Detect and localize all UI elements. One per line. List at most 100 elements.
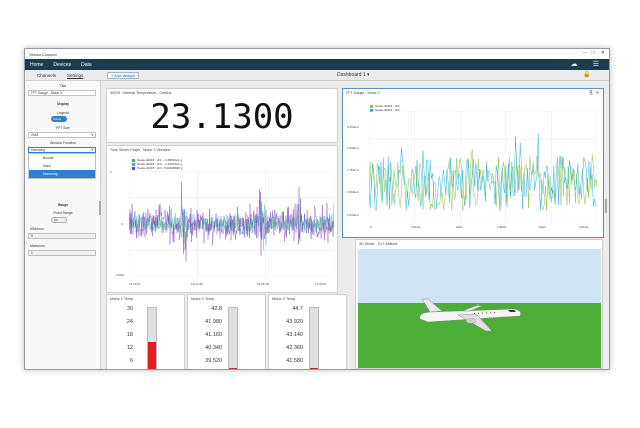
unlock-icon[interactable]: 🔓 (583, 71, 590, 78)
x-tick-label: 2.5kHz (579, 225, 589, 229)
title-input[interactable]: FFT Gauge - Motor 2 (28, 90, 96, 96)
time-series-plot (129, 171, 334, 277)
signal-series (129, 182, 334, 262)
gauge-bar (147, 307, 157, 369)
close-button[interactable]: ✕ (601, 50, 605, 56)
fft-controls: ⎘ ✕ (589, 90, 599, 95)
dashboard-label: Dashboard 1 (337, 72, 366, 78)
model-viewport[interactable] (358, 249, 601, 368)
gauge-motor-1[interactable]: Motor 1 Temp 30 24 18 12 6 (106, 294, 185, 369)
gauge-tick: 42.360 (286, 345, 303, 351)
gauge-fill (310, 368, 318, 369)
gauge-fill (148, 342, 156, 369)
menu-home[interactable]: Home (30, 62, 43, 68)
fft-title: FFT Gauge - Motor 2 (346, 91, 380, 95)
close-icon[interactable]: ✕ (596, 90, 599, 95)
x-tick-label: 0.5kHz (411, 225, 421, 229)
tab-channels[interactable]: Channels (37, 73, 56, 78)
gauge-tick: 24 (126, 319, 133, 325)
chevron-down-icon: ▾ (91, 133, 93, 137)
temperature-value: 23.1300 (150, 97, 294, 137)
maximum-label: Maximum (30, 244, 45, 248)
gauge-tick: 44.7 (292, 306, 303, 312)
fft-size-select[interactable]: 2048 ▾ (28, 132, 96, 138)
tab-settings[interactable]: Settings (67, 73, 84, 79)
fixed-range-label: Fixed Range (53, 211, 73, 215)
model-widget[interactable]: 3D Model - CV7 Attitude (355, 239, 603, 369)
settings-sidebar: Title FFT Gauge - Motor 2 Display Legend… (25, 81, 101, 369)
fft-widget[interactable]: FFT Gauge - Motor 2 ⎘ ✕ fixode-40415 : c… (342, 88, 604, 238)
window-function-dropdown: Boxcar Hann Hamming (28, 153, 96, 179)
legend-toggle[interactable]: Active (51, 116, 67, 122)
gauge-title: Motor 1 Temp (110, 297, 134, 301)
app-title: SensorConnect (29, 51, 57, 57)
gauge-tick: 43.920 (286, 319, 303, 325)
y-tick-label: 2.000e-6 (347, 146, 359, 150)
time-series-legend: fixode-40415 : ch1 : -1.88946e4 g fixode… (132, 158, 183, 170)
range-heading: Range (57, 203, 69, 207)
title-label: Title (59, 84, 67, 88)
gauge-bar (228, 307, 238, 369)
toolbar: Channels Settings + Add Widget Dashboard… (25, 70, 609, 81)
time-series-widget[interactable]: Time Series Graph - Motor 2 Vibration fi… (106, 145, 338, 293)
chevron-down-icon: ▾ (367, 72, 370, 78)
gauge-tick: 41.580 (286, 358, 303, 364)
gauge-tick: 30 (126, 306, 133, 312)
x-tick-label: 12:26:47 (315, 282, 327, 286)
gauge-motor-2[interactable]: Motor 2 Temp 42.8 41.980 41.160 40.340 3… (187, 294, 266, 369)
gauge-tick: 40.340 (205, 345, 222, 351)
y-tick-label: 1.500e-6 (347, 190, 359, 194)
temperature-title: 40415 - Internal Temperature - Celsius (110, 91, 172, 95)
gauge-bar (309, 307, 319, 369)
fft-size-label: FFT Size (56, 126, 70, 130)
hamburger-menu-icon[interactable]: ☰ (593, 60, 599, 68)
x-tick-label: 12:24:48 (191, 282, 203, 286)
legend-swatch (370, 104, 373, 108)
popout-icon[interactable]: ⎘ (589, 90, 592, 95)
legend-label: Legend (57, 111, 69, 115)
sidebar-scrollbar[interactable] (99, 201, 101, 215)
y-tick-label: 2.250e-6 (347, 125, 359, 129)
x-tick-label: 1kHz (456, 225, 463, 229)
temperature-widget[interactable]: 40415 - Internal Temperature - Celsius 2… (106, 88, 338, 143)
legend-label: fixode-40415 : ch3 : 5.00030820 g (137, 166, 183, 170)
gauge-tick: 43.140 (286, 332, 303, 338)
title-bar: SensorConnect – □ ✕ (25, 49, 609, 59)
legend-swatch (132, 166, 135, 170)
option-boxcar[interactable]: Boxcar (29, 154, 95, 162)
menu-data[interactable]: Data (81, 62, 92, 68)
window-controls: – □ ✕ (583, 50, 605, 56)
x-tick-label: 1.5kHz (497, 225, 507, 229)
legend-swatch (132, 162, 135, 166)
gauge-motor-3[interactable]: Motor 3 Temp 44.7 43.920 43.140 42.360 4… (268, 294, 347, 369)
minimum-label: Minimum (30, 227, 44, 231)
menu-right-icons: ☁ ☰ (566, 60, 604, 68)
dashboard-scrollbar[interactable] (605, 199, 607, 213)
option-hann[interactable]: Hann (29, 162, 95, 170)
minimize-button[interactable]: – (583, 50, 586, 56)
add-widget-button[interactable]: + Add Widget (107, 72, 139, 79)
gauge-fill (229, 368, 237, 369)
y-tick-label: 0 (121, 222, 123, 226)
gauge-tick: 42.8 (211, 306, 222, 312)
fixed-range-toggle[interactable]: Off (51, 217, 67, 223)
dashboard-selector[interactable]: Dashboard 1 ▾ (337, 72, 370, 78)
maximize-button[interactable]: □ (592, 50, 595, 56)
time-series-title: Time Series Graph - Motor 2 Vibration (110, 148, 171, 152)
minimum-input[interactable]: 0 (28, 233, 96, 239)
y-tick-label: -3.000 (115, 273, 124, 277)
gauge-title: Motor 2 Temp (191, 297, 215, 301)
option-hamming[interactable]: Hamming (29, 170, 95, 178)
x-tick-label: 12:26:18 (257, 282, 269, 286)
display-heading: Display (56, 102, 70, 106)
maximum-input[interactable]: 1 (28, 250, 96, 256)
sky (358, 249, 601, 303)
fft-size-value: 2048 (31, 133, 39, 137)
menu-devices[interactable]: Devices (53, 62, 71, 68)
x-tick-label: 0 (370, 225, 372, 229)
x-tick-label: 12:24:17 (129, 282, 141, 286)
window-function-label: Window Function (49, 141, 76, 145)
model-title: 3D Model - CV7 Attitude (359, 242, 398, 246)
gauge-tick: 39.520 (205, 358, 222, 364)
cloud-icon[interactable]: ☁ (571, 60, 578, 68)
